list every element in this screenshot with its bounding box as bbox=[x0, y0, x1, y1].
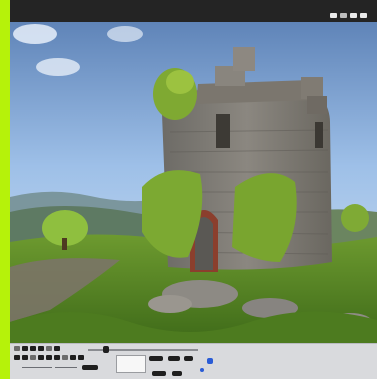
tool-icon[interactable] bbox=[14, 346, 20, 351]
image-canvas[interactable] bbox=[10, 22, 377, 343]
active-indicator[interactable] bbox=[207, 358, 213, 364]
minimize-icon[interactable] bbox=[360, 13, 367, 18]
tool-row-2 bbox=[14, 355, 84, 360]
tool-icon[interactable] bbox=[70, 355, 76, 360]
toggle[interactable] bbox=[168, 356, 180, 361]
tool-icon[interactable] bbox=[30, 346, 36, 351]
tool-icon[interactable] bbox=[46, 355, 52, 360]
divider bbox=[55, 367, 77, 368]
tool-icon[interactable] bbox=[62, 355, 68, 360]
tool-row-1 bbox=[14, 346, 60, 351]
window-controls bbox=[330, 13, 367, 18]
tool-icon[interactable] bbox=[54, 355, 60, 360]
toggle[interactable] bbox=[152, 371, 166, 376]
bottom-tool-panel bbox=[10, 343, 377, 379]
tool-icon[interactable] bbox=[38, 355, 44, 360]
tool-icon[interactable] bbox=[38, 346, 44, 351]
preview-thumbnail[interactable] bbox=[116, 355, 146, 373]
slider-handle[interactable] bbox=[103, 346, 109, 353]
grid-icon[interactable] bbox=[340, 13, 347, 18]
tool-icon[interactable] bbox=[30, 355, 36, 360]
tool-icon[interactable] bbox=[14, 355, 20, 360]
active-indicator[interactable] bbox=[200, 368, 204, 372]
toggle[interactable] bbox=[172, 371, 182, 376]
top-toolbar bbox=[10, 0, 377, 23]
tool-icon[interactable] bbox=[22, 346, 28, 351]
left-rail bbox=[0, 0, 10, 378]
toggle[interactable] bbox=[82, 365, 98, 370]
tower-illustration bbox=[10, 22, 377, 343]
divider bbox=[22, 367, 52, 368]
tool-icon[interactable] bbox=[46, 346, 52, 351]
tool-icon[interactable] bbox=[78, 355, 84, 360]
tool-icon[interactable] bbox=[54, 346, 60, 351]
toggle[interactable] bbox=[184, 356, 193, 361]
tile-icon[interactable] bbox=[350, 13, 357, 18]
window-icon[interactable] bbox=[330, 13, 337, 18]
tool-icon[interactable] bbox=[22, 355, 28, 360]
toggle[interactable] bbox=[149, 356, 163, 361]
